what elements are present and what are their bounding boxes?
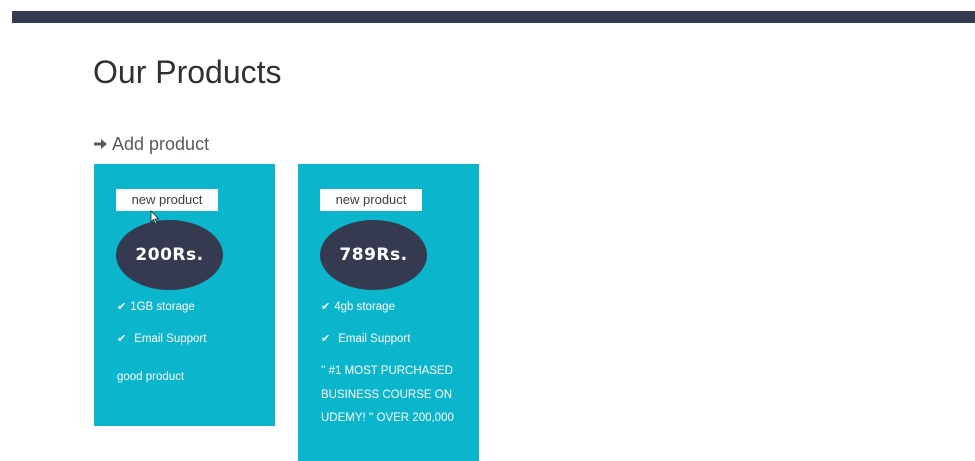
product-card: new product 789Rs. ✔ 4gb storage ✔ Email… xyxy=(298,164,479,461)
feature-item: ✔ Email Support xyxy=(321,332,410,346)
new-product-badge[interactable]: new product xyxy=(320,189,422,211)
feature-item: ✔ 4gb storage xyxy=(321,300,395,314)
page-title: Our Products xyxy=(93,54,282,90)
add-product-link[interactable]: Add product xyxy=(93,133,209,155)
new-product-badge[interactable]: new product xyxy=(116,189,218,211)
check-icon: ✔ xyxy=(321,301,331,313)
feature-label: 1GB storage xyxy=(130,301,195,313)
feature-item: ✔ 1GB storage xyxy=(117,300,195,314)
feature-label: Email Support xyxy=(338,333,411,345)
check-icon: ✔ xyxy=(117,301,127,313)
arrow-right-icon xyxy=(93,137,108,151)
top-nav-bar xyxy=(12,11,975,23)
feature-item: ✔ Email Support xyxy=(117,332,206,346)
price-badge: 789Rs. xyxy=(320,220,427,290)
left-gutter xyxy=(0,0,12,461)
check-icon: ✔ xyxy=(117,333,127,345)
price-badge: 200Rs. xyxy=(116,220,223,290)
feature-label: 4gb storage xyxy=(334,301,395,313)
product-description: '' #1 MOST PURCHASED BUSINESS COURSE ON … xyxy=(321,365,454,424)
product-card: new product 200Rs. ✔ 1GB storage ✔ Email… xyxy=(94,164,275,426)
add-product-label: Add product xyxy=(112,134,210,154)
product-description: good product xyxy=(117,371,185,383)
check-icon: ✔ xyxy=(321,333,331,345)
feature-label: Email Support xyxy=(134,333,207,345)
mouse-cursor-icon xyxy=(150,210,160,225)
